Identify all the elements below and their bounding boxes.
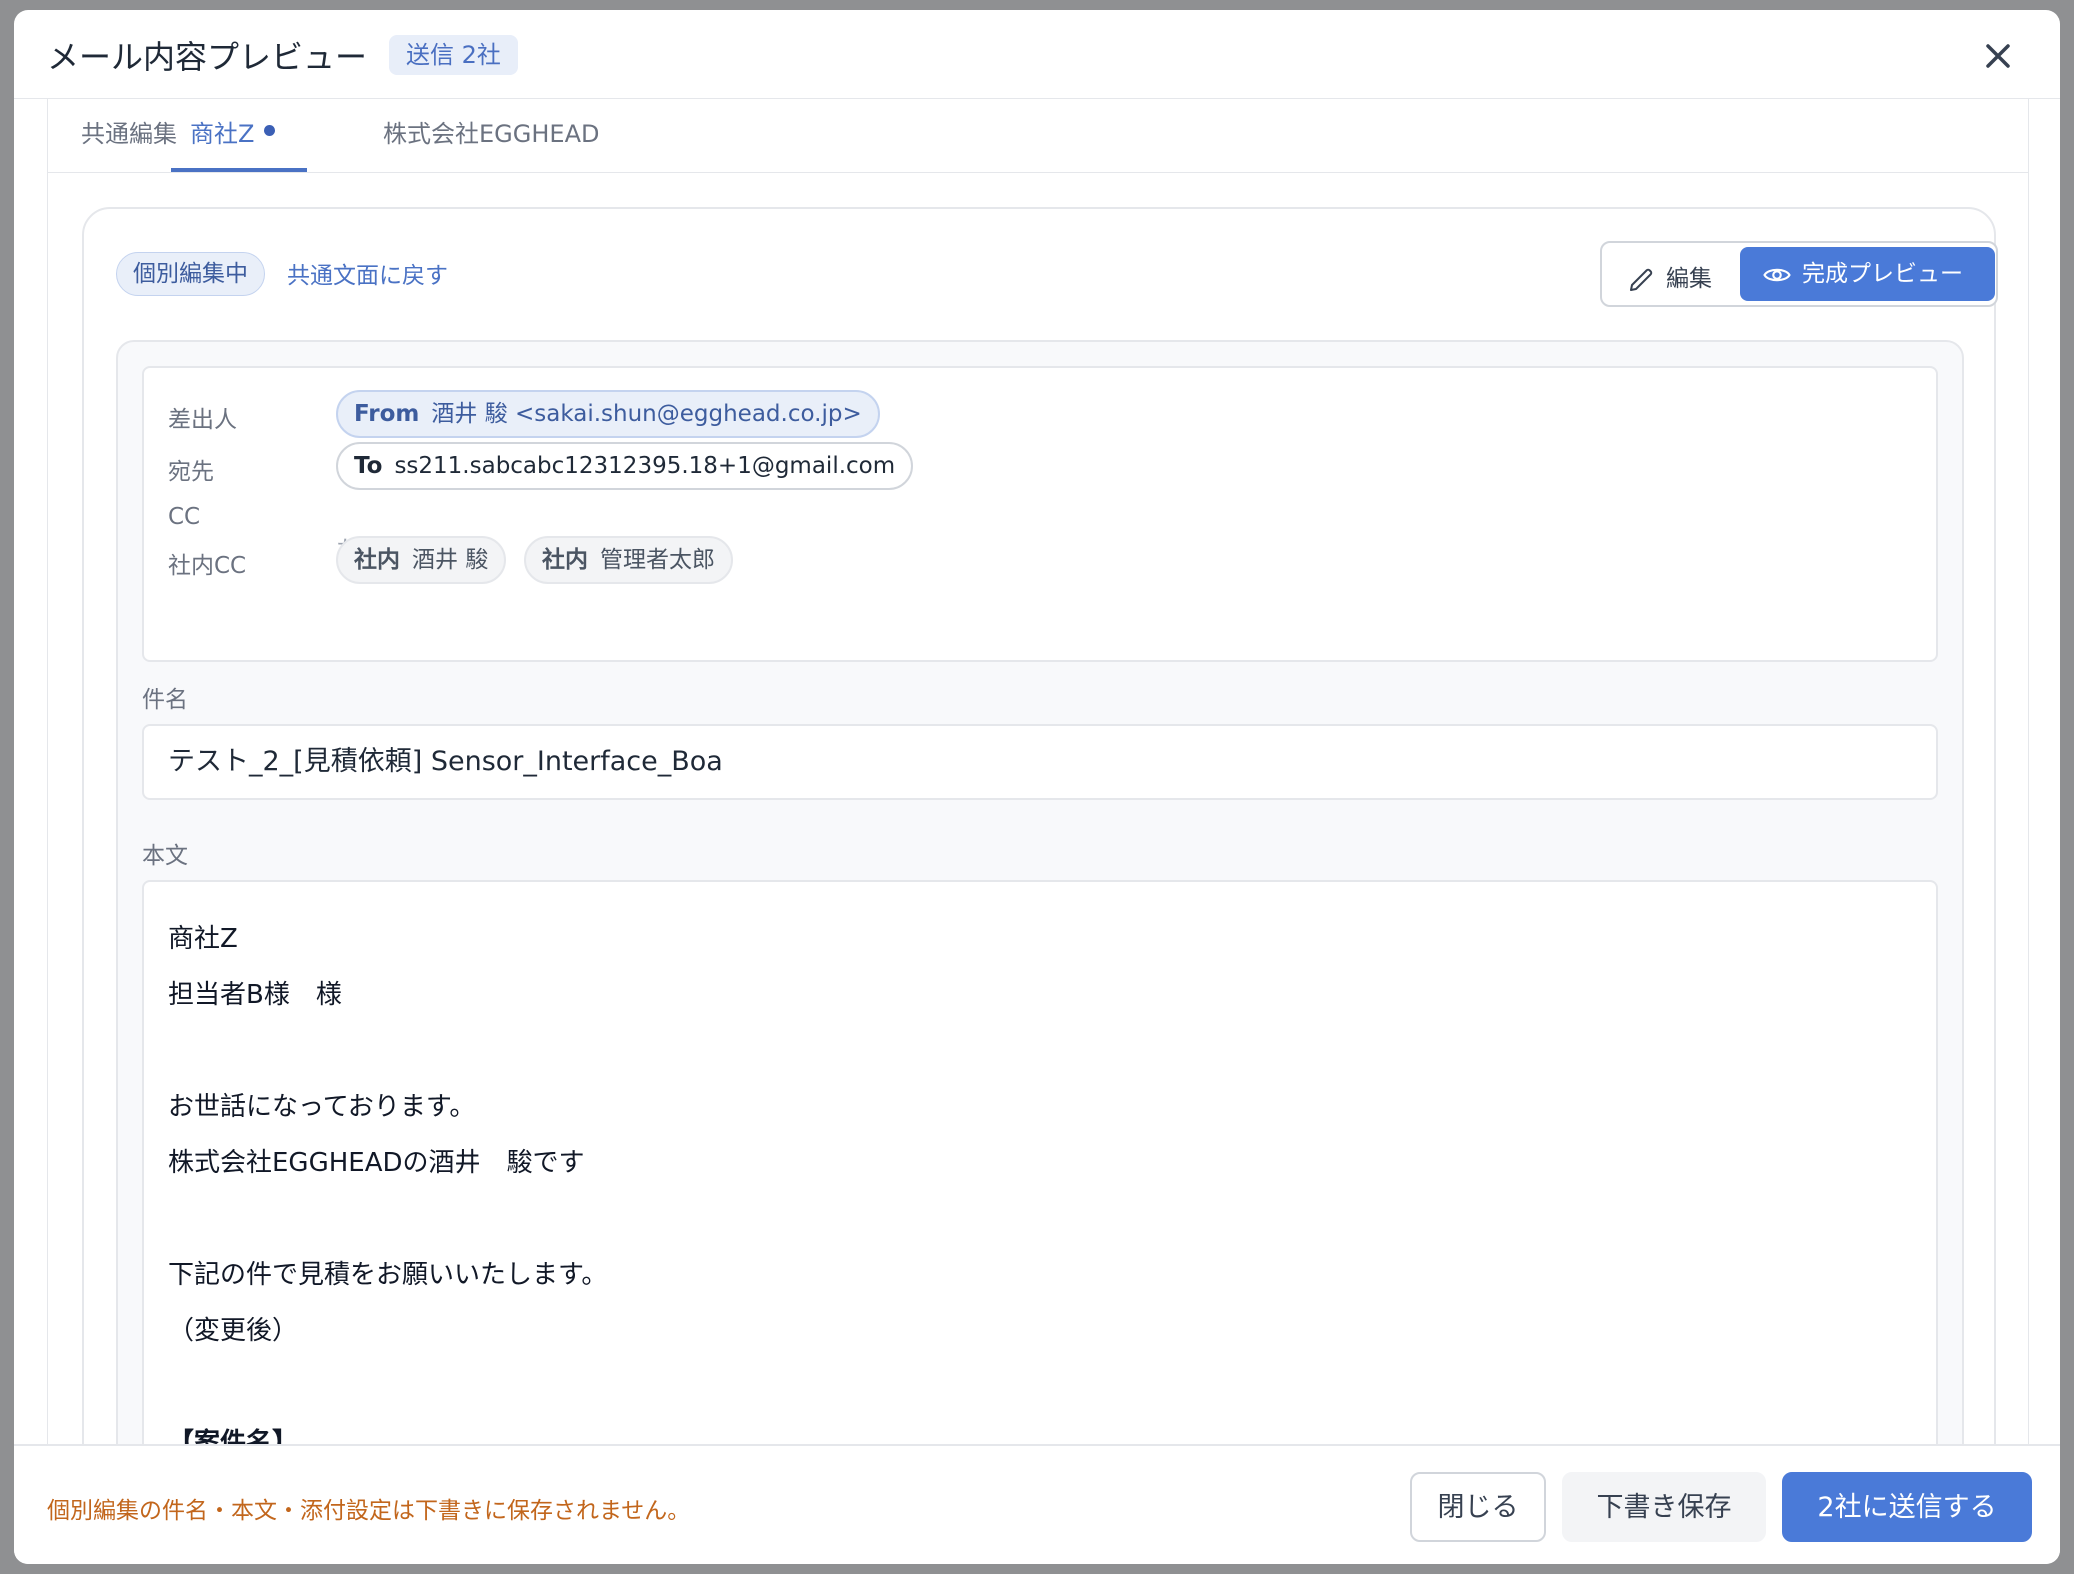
cc-label: CC [168,504,201,530]
subject-field: テスト_2_[見積依頼] Sensor_Interface_Boa [142,724,1938,800]
revert-to-common-link[interactable]: 共通文面に戻す [287,256,448,290]
mode-edit-label: 編集 [1666,266,1712,292]
from-prefix: From [354,401,420,427]
body-label: 本文 [142,843,188,869]
from-label: 差出人 [168,407,237,433]
body-preview: 商社Z 担当者B様 様 お世話になっております。 株式会社EGGHEADの酒井 … [142,880,1938,1448]
internal-cc-name: 管理者太郎 [600,547,715,573]
to-value: ss211.sabcabc12312395.18+1@gmail.com [394,453,896,479]
modal-footer: 個別編集の件名・本文・添付設定は下書きに保存されません。 閉じる 下書き保存 2… [14,1444,2060,1564]
to-prefix: To [354,453,383,479]
subject-label: 件名 [142,687,188,713]
close-button[interactable] [1976,34,2020,78]
pencil-icon [1630,268,1653,291]
internal-cc-pill: 社内 酒井 駿 [336,536,507,584]
body-line: 株式会社EGGHEADの酒井 駿です [168,1148,585,1178]
body-line: （変更後） [168,1316,299,1346]
to-label: 宛先 [168,459,214,485]
mode-toggle: 編集 完成プレビュー [1600,241,1998,307]
from-value: 酒井 駿 <sakai.shun@egghead.co.jp> [431,401,862,427]
send-count-badge: 送信 2社 [389,35,518,75]
draft-warning-note: 個別編集の件名・本文・添付設定は下書きに保存されません。 [47,1498,691,1524]
internal-cc-name: 酒井 駿 [412,547,489,573]
company-edit-card: 個別編集中 共通文面に戻す 編集 完成プレビュー 差出人 From 酒井 駿 <… [82,207,1998,1448]
internal-cc-prefix: 社内 [542,547,588,573]
modal-header: メール内容プレビュー 送信 2社 [14,10,2060,99]
tab-company-z[interactable]: 商社Z [171,98,307,172]
individual-edit-chip: 個別編集中 [116,252,265,296]
send-button[interactable]: 2社に送信する [1782,1472,2032,1542]
mode-edit-button[interactable]: 編集 [1626,259,1712,295]
body-line: 下記の件で見積をお願いいたします。 [168,1260,608,1290]
mail-header-info: 差出人 From 酒井 駿 <sakai.shun@egghead.co.jp> … [142,366,1938,662]
internal-cc-label: 社内CC [168,553,247,579]
tab-egghead[interactable]: 株式会社EGGHEAD [383,98,599,172]
mode-preview-label: 完成プレビュー [1802,261,1963,287]
body-line: 商社Z [168,924,238,954]
eye-icon [1763,268,1791,281]
save-draft-button[interactable]: 下書き保存 [1562,1472,1766,1542]
close-dialog-button[interactable]: 閉じる [1410,1472,1546,1542]
company-tabs: 共通編集 商社Z 株式会社EGGHEAD [48,98,2028,173]
mail-preview-modal: メール内容プレビュー 送信 2社 共通編集 商社Z 株式会社EGGHEAD 個別… [14,10,2060,1564]
internal-cc-pill: 社内 管理者太郎 [524,536,733,584]
close-icon [1986,44,2010,68]
from-pill: From 酒井 駿 <sakai.shun@egghead.co.jp> [336,390,880,438]
tab-label: 商社Z [190,120,255,148]
internal-cc-prefix: 社内 [354,547,400,573]
tab-common-edit[interactable]: 共通編集 [81,98,177,172]
body-line: 担当者B様 様 [168,980,342,1010]
mode-preview-button[interactable]: 完成プレビュー [1740,247,1995,301]
modified-dot-icon [264,124,276,136]
to-pill: To ss211.sabcabc12312395.18+1@gmail.com [336,442,914,490]
body-line: お世話になっております。 [168,1092,476,1122]
mail-preview-pane: 差出人 From 酒井 駿 <sakai.shun@egghead.co.jp> … [116,340,1964,1448]
modal-title: メール内容プレビュー [47,38,368,76]
modal-body: 共通編集 商社Z 株式会社EGGHEAD 個別編集中 共通文面に戻す 編集 完成… [47,98,2029,1448]
